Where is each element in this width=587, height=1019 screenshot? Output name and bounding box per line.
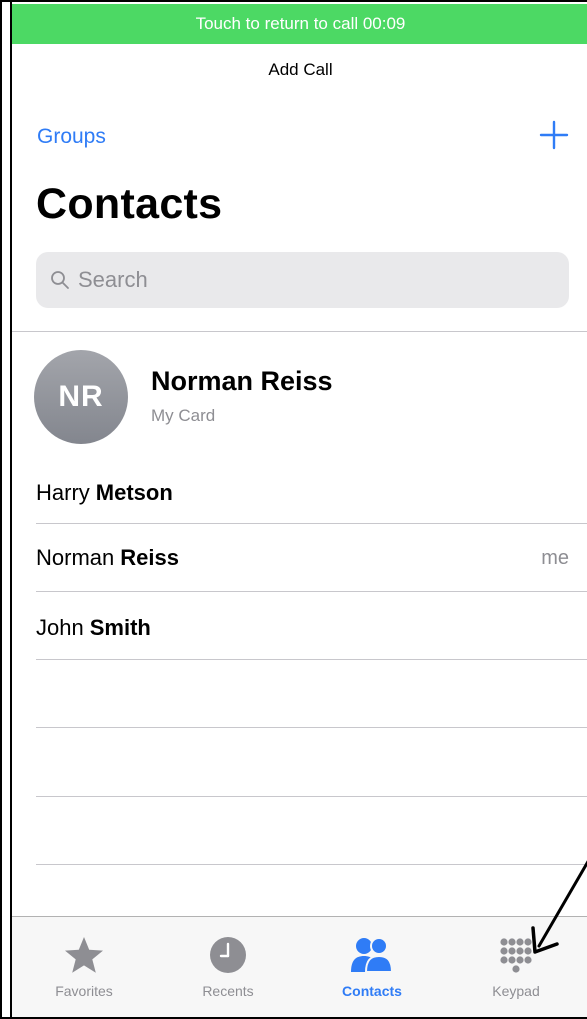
tab-recents[interactable]: Recents xyxy=(156,917,300,1017)
tab-label: Favorites xyxy=(55,983,113,999)
call-banner-text: Touch to return to call 00:09 xyxy=(195,14,406,33)
screenshot-frame: Touch to return to call 00:09 Add Call G… xyxy=(0,0,587,1019)
people-icon xyxy=(350,935,394,975)
contact-last-name: Reiss xyxy=(120,545,179,570)
contact-first-name: Norman xyxy=(36,545,115,570)
row-divider xyxy=(36,659,587,660)
contact-last-name: Metson xyxy=(95,480,173,505)
tab-label: Recents xyxy=(202,983,254,999)
contact-row[interactable]: Norman Reiss me xyxy=(36,524,587,592)
empty-row-divider xyxy=(36,727,587,728)
search-input[interactable]: Search xyxy=(36,252,569,308)
contact-first-name: John xyxy=(36,615,84,640)
tab-bar: Favorites Recents Contacts Keypad xyxy=(12,916,587,1017)
search-icon xyxy=(51,271,69,289)
tab-contacts[interactable]: Contacts xyxy=(300,917,444,1017)
my-card-name: Norman Reiss xyxy=(151,366,333,396)
annotation-arrow-icon xyxy=(531,860,587,954)
contact-first-name: Harry xyxy=(36,480,90,505)
tab-favorites[interactable]: Favorites xyxy=(12,917,156,1017)
groups-button[interactable]: Groups xyxy=(37,125,106,149)
me-label: me xyxy=(541,546,569,569)
empty-row-divider xyxy=(36,796,587,797)
clock-icon xyxy=(206,935,250,975)
return-to-call-banner[interactable]: Touch to return to call 00:09 xyxy=(12,4,587,44)
empty-row-divider xyxy=(36,864,587,865)
my-card-subtitle: My Card xyxy=(151,406,216,425)
row-divider xyxy=(36,591,587,592)
my-card[interactable]: NR Norman Reiss My Card xyxy=(12,346,587,446)
phone-screen: Touch to return to call 00:09 Add Call G… xyxy=(12,4,587,1017)
nav-title: Add Call xyxy=(268,60,333,79)
header-divider xyxy=(12,331,587,332)
avatar-initials: NR xyxy=(58,380,104,413)
contact-row[interactable]: Harry Metson xyxy=(36,459,587,527)
star-icon xyxy=(62,935,106,975)
page-title: Contacts xyxy=(36,180,223,228)
avatar: NR xyxy=(34,350,128,444)
contact-row[interactable]: John Smith xyxy=(36,594,587,662)
contact-last-name: Smith xyxy=(89,615,151,640)
tab-label: Keypad xyxy=(492,983,540,999)
plus-icon xyxy=(539,120,569,150)
tab-label: Contacts xyxy=(342,983,402,999)
add-contact-button[interactable] xyxy=(536,117,572,153)
search-placeholder: Search xyxy=(78,267,148,292)
